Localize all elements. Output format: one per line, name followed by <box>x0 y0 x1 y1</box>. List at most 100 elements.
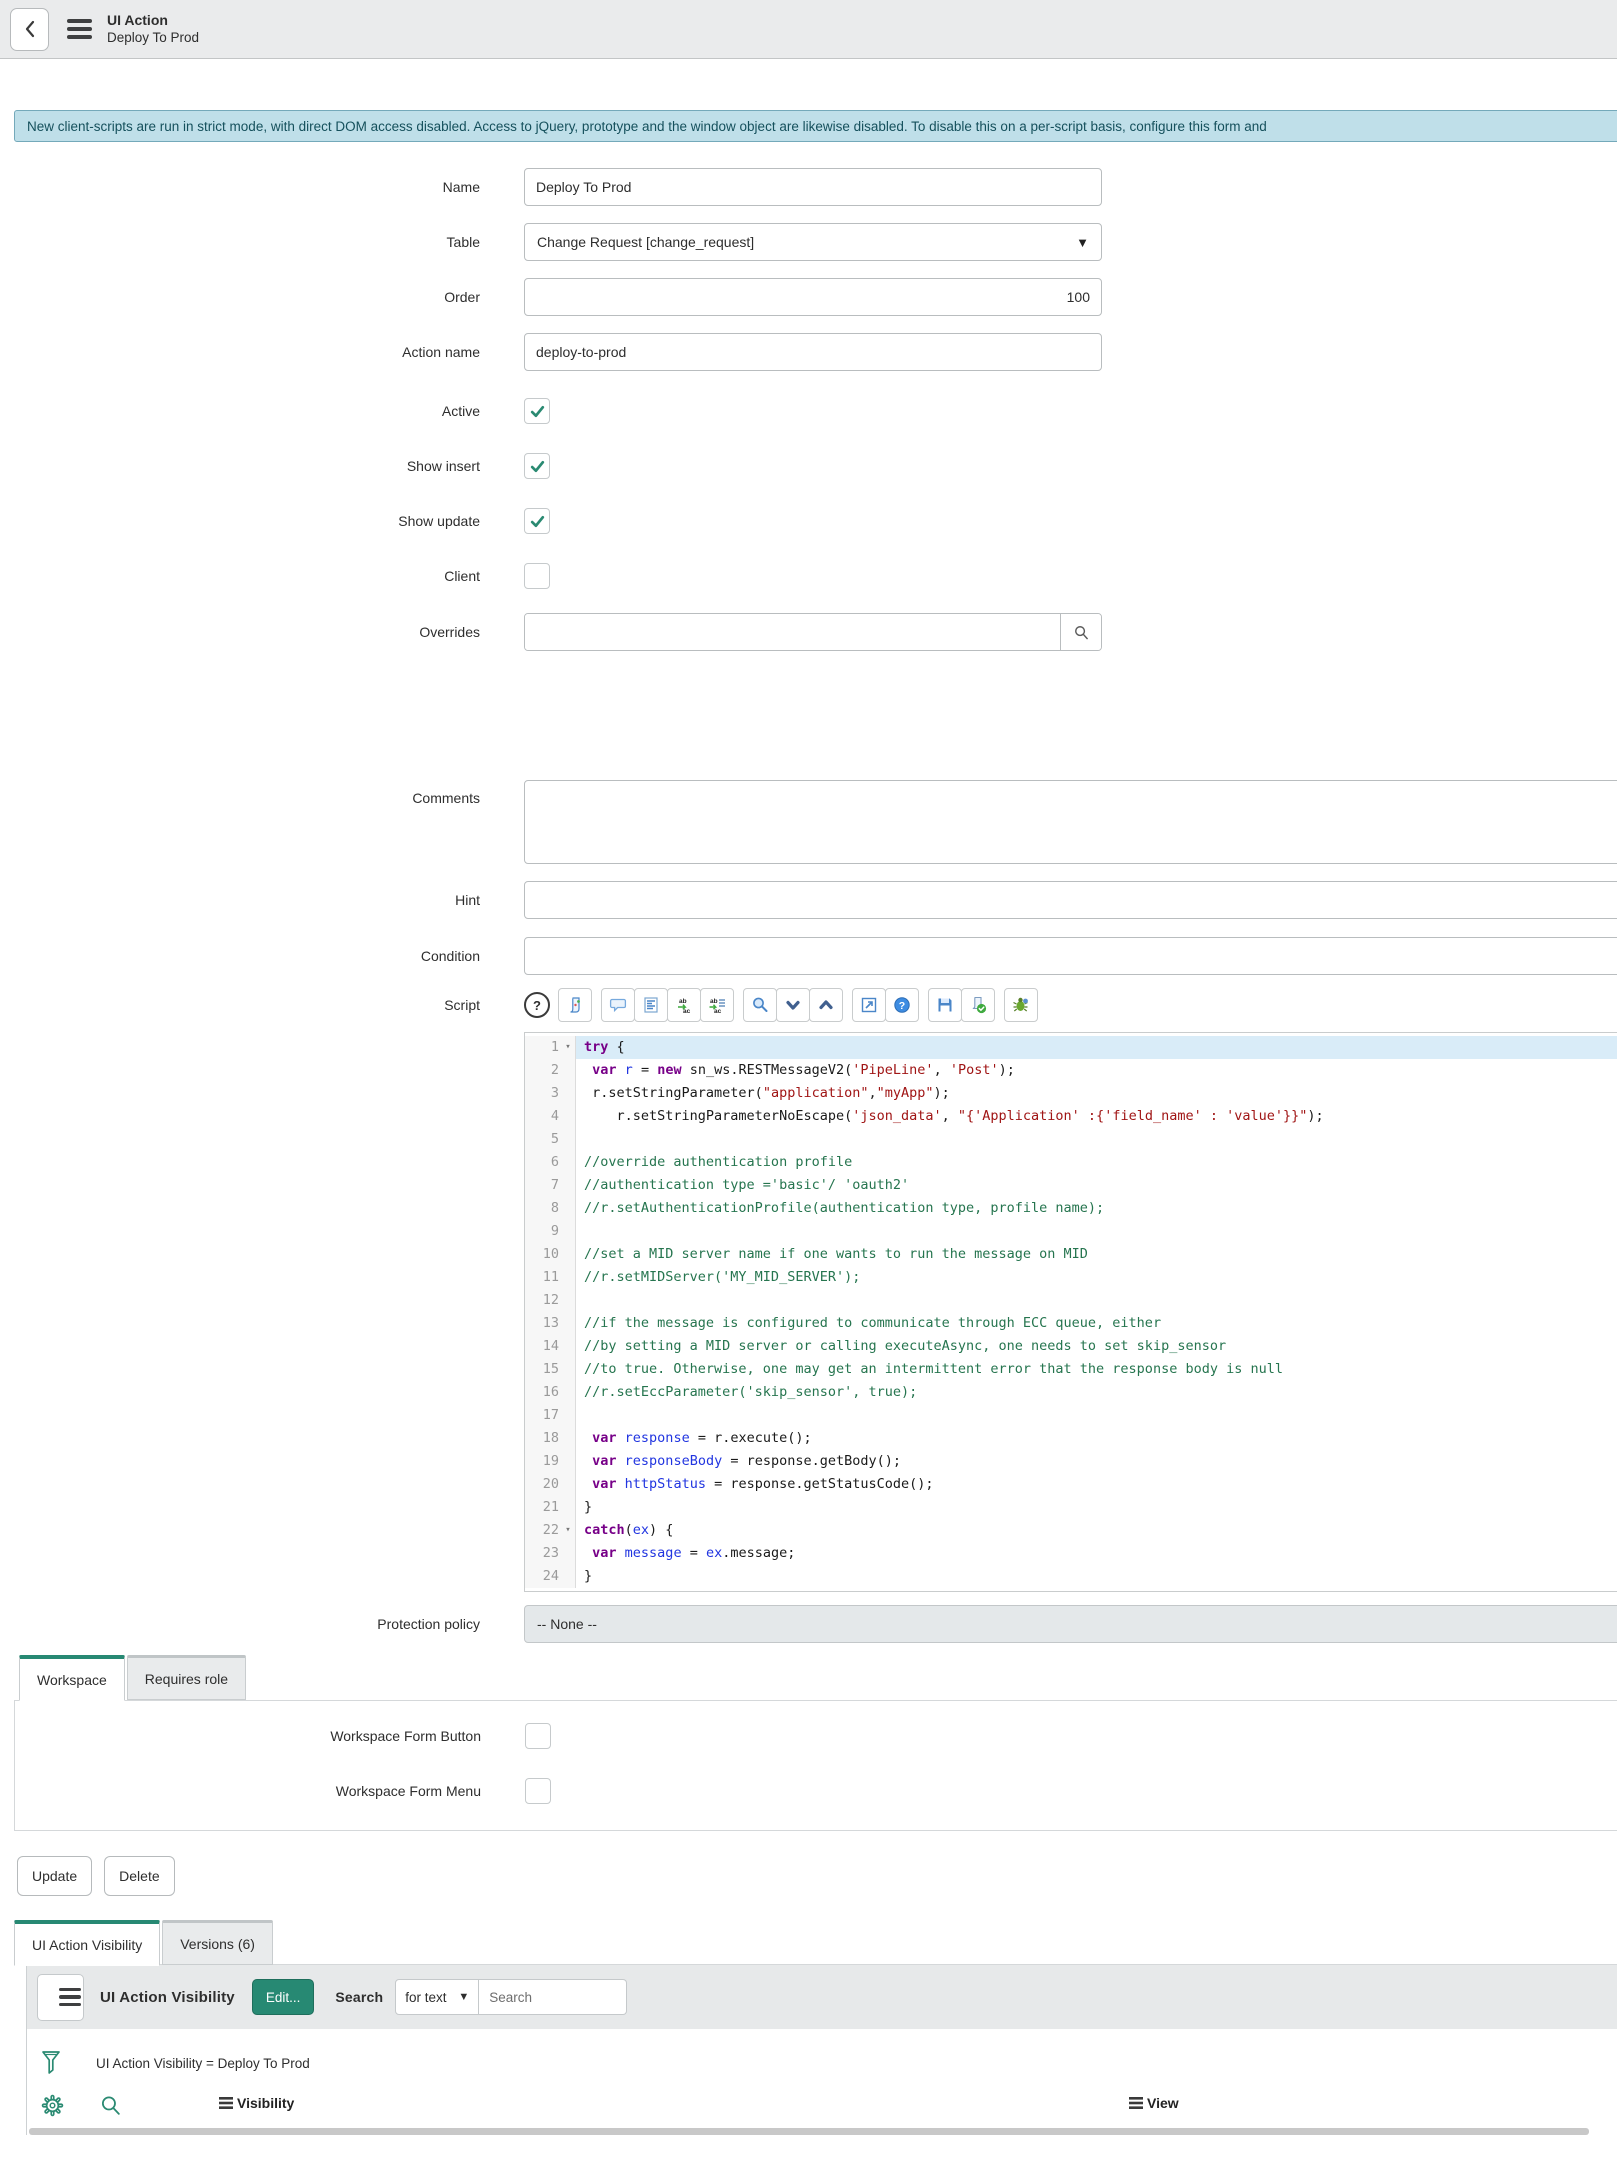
ui-action-form-page: UI Action Deploy To Prod New client-scri… <box>0 0 1617 2160</box>
field-row-client: Client <box>0 563 1617 589</box>
check-icon <box>529 458 546 475</box>
order-input[interactable] <box>524 278 1102 316</box>
code-line[interactable]: 12 <box>525 1289 1617 1312</box>
code-line[interactable]: 3 r.setStringParameter("application","my… <box>525 1082 1617 1105</box>
workspace-tabbar: Workspace Requires role <box>0 1655 1617 1700</box>
save-icon[interactable] <box>928 988 962 1022</box>
find-previous-icon[interactable] <box>809 988 843 1022</box>
context-menu-icon[interactable] <box>67 19 92 39</box>
replace-all-icon[interactable]: abac <box>700 988 734 1022</box>
code-line[interactable]: 7//authentication type ='basic'/ 'oauth2… <box>525 1174 1617 1197</box>
condition-label: Condition <box>0 948 480 964</box>
code-line[interactable]: 13//if the message is configured to comm… <box>525 1312 1617 1335</box>
code-line[interactable]: 9 <box>525 1220 1617 1243</box>
gear-icon[interactable] <box>41 2094 64 2117</box>
field-row-show-insert: Show insert <box>0 453 1617 479</box>
code-line[interactable]: 17 <box>525 1404 1617 1427</box>
code-line[interactable]: 6//override authentication profile <box>525 1151 1617 1174</box>
code-line[interactable]: 19 var responseBody = response.getBody()… <box>525 1450 1617 1473</box>
comments-textarea[interactable] <box>524 780 1617 864</box>
column-header-visibility[interactable]: Visibility <box>219 2095 294 2111</box>
syntax-editor-icon[interactable] <box>558 988 592 1022</box>
tab-workspace[interactable]: Workspace <box>19 1655 125 1701</box>
column-label-visibility: Visibility <box>237 2095 294 2111</box>
tab-requires-role[interactable]: Requires role <box>127 1655 246 1700</box>
field-row-show-update: Show update <box>0 508 1617 534</box>
active-label: Active <box>0 403 480 419</box>
show-insert-label: Show insert <box>0 458 480 474</box>
syntax-check-icon[interactable] <box>961 988 995 1022</box>
code-line[interactable]: 24} <box>525 1565 1617 1588</box>
svg-text:ab: ab <box>679 998 687 1005</box>
debug-icon[interactable] <box>1004 988 1038 1022</box>
filter-funnel-icon[interactable] <box>41 2050 61 2076</box>
code-line[interactable]: 16//r.setEccParameter('skip_sensor', tru… <box>525 1381 1617 1404</box>
workspace-form-button-checkbox[interactable] <box>525 1723 551 1749</box>
code-line[interactable]: 14//by setting a MID server or calling e… <box>525 1335 1617 1358</box>
code-line[interactable]: 21} <box>525 1496 1617 1519</box>
code-line[interactable]: 11//r.setMIDServer('MY_MID_SERVER'); <box>525 1266 1617 1289</box>
overrides-label: Overrides <box>0 624 480 640</box>
check-icon <box>529 403 546 420</box>
code-line[interactable]: 20 var httpStatus = response.getStatusCo… <box>525 1473 1617 1496</box>
show-update-label: Show update <box>0 513 480 529</box>
code-line[interactable]: 8//r.setAuthenticationProfile(authentica… <box>525 1197 1617 1220</box>
table-select[interactable]: Change Request [change_request] ▼ <box>524 223 1102 261</box>
record-title: Deploy To Prod <box>107 29 199 47</box>
comment-toggle-icon[interactable] <box>601 988 635 1022</box>
field-row-active: Active <box>0 398 1617 424</box>
code-line[interactable]: 15//to true. Otherwise, one may get an i… <box>525 1358 1617 1381</box>
page-title: UI Action <box>107 11 199 29</box>
tab-versions[interactable]: Versions (6) <box>162 1920 273 1965</box>
search-code-icon[interactable] <box>743 988 777 1022</box>
column-header-view[interactable]: View <box>1129 2095 1179 2111</box>
code-line[interactable]: 10//set a MID server name if one wants t… <box>525 1243 1617 1266</box>
open-in-new-window-icon[interactable] <box>852 988 886 1022</box>
edit-button[interactable]: Edit... <box>252 1979 315 2015</box>
overrides-input[interactable] <box>525 614 1060 650</box>
delete-button[interactable]: Delete <box>104 1856 174 1896</box>
script-help-icon[interactable]: ? <box>885 988 919 1022</box>
action-name-input[interactable] <box>524 333 1102 371</box>
hint-input[interactable] <box>524 881 1617 919</box>
workspace-tab-panel: Workspace Form Button Workspace Form Men… <box>14 1700 1617 1831</box>
svg-text:ac: ac <box>683 1008 691 1014</box>
list-search-icon[interactable] <box>99 2094 122 2117</box>
code-line[interactable]: 5 <box>525 1128 1617 1151</box>
find-next-icon[interactable] <box>776 988 810 1022</box>
help-icon[interactable]: ? <box>524 992 550 1018</box>
update-button[interactable]: Update <box>17 1856 92 1896</box>
hint-label: Hint <box>0 892 480 908</box>
horizontal-scrollbar[interactable] <box>29 2128 1589 2135</box>
related-list-tabbar: UI Action Visibility Versions (6) <box>0 1920 1617 1965</box>
active-checkbox[interactable] <box>524 398 550 424</box>
show-insert-checkbox[interactable] <box>524 453 550 479</box>
code-line[interactable]: 18 var response = r.execute(); <box>525 1427 1617 1450</box>
chevron-down-icon: ▼ <box>458 1991 469 2003</box>
script-label: Script <box>0 997 480 1013</box>
field-row-protection-policy: Protection policy -- None -- <box>0 1605 1617 1643</box>
client-checkbox[interactable] <box>524 563 550 589</box>
script-code-editor[interactable]: 1▾try {2 var r = new sn_ws.RESTMessageV2… <box>524 1032 1617 1592</box>
column-menu-icon <box>219 2097 233 2109</box>
code-line[interactable]: 1▾try { <box>525 1036 1617 1059</box>
workspace-form-menu-checkbox[interactable] <box>525 1778 551 1804</box>
search-type-select[interactable]: for text ▼ <box>395 1979 479 2015</box>
format-code-icon[interactable] <box>634 988 668 1022</box>
code-line[interactable]: 4 r.setStringParameterNoEscape('json_dat… <box>525 1105 1617 1128</box>
list-search-input[interactable] <box>479 1979 627 2015</box>
code-line[interactable]: 22▾catch(ex) { <box>525 1519 1617 1542</box>
code-line[interactable]: 23 var message = ex.message; <box>525 1542 1617 1565</box>
overrides-lookup-button[interactable] <box>1060 614 1101 650</box>
condition-input[interactable] <box>524 937 1617 975</box>
svg-text:?: ? <box>899 1000 905 1012</box>
replace-icon[interactable]: ab ac <box>667 988 701 1022</box>
back-button[interactable] <box>10 8 49 51</box>
list-filter-text[interactable]: UI Action Visibility = Deploy To Prod <box>96 2056 310 2071</box>
code-line[interactable]: 2 var r = new sn_ws.RESTMessageV2('PipeL… <box>525 1059 1617 1082</box>
name-input[interactable] <box>524 168 1102 206</box>
show-update-checkbox[interactable] <box>524 508 550 534</box>
list-menu-button[interactable] <box>37 1974 84 2021</box>
tab-ui-action-visibility[interactable]: UI Action Visibility <box>14 1920 160 1966</box>
field-row-condition: Condition <box>0 937 1617 975</box>
